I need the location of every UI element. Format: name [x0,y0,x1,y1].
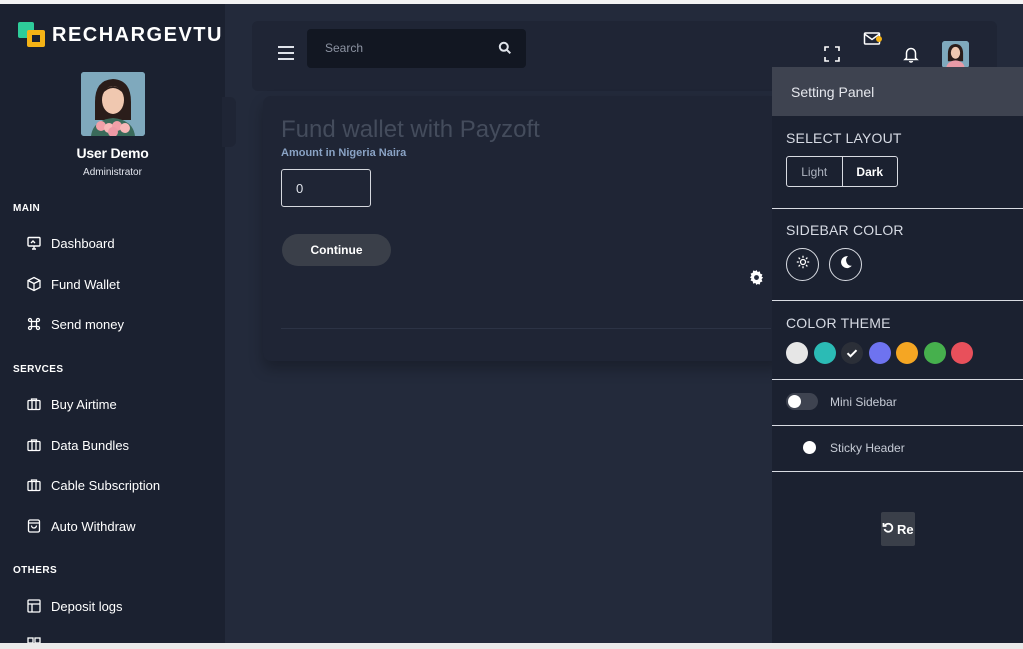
layout-light-button[interactable]: Light [787,157,843,186]
briefcase-icon [26,396,42,412]
sidebar-light-button[interactable] [786,248,819,281]
grid-icon [26,636,42,643]
command-icon [26,316,42,332]
sidebar-item-cable-subscription[interactable]: Cable Subscription [26,475,160,495]
sidebar-item-deposit-logs[interactable]: Deposit logs [26,596,123,616]
briefcase-icon [26,477,42,493]
sidebar-item-fund-wallet[interactable]: Fund Wallet [26,274,120,294]
panel-divider [772,471,1023,472]
sidebar-color-label: SIDEBAR COLOR [786,222,904,238]
sidebar-item-send-money[interactable]: Send money [26,314,124,334]
theme-color-swatch[interactable] [786,342,808,364]
settings-panel-title: Setting Panel [791,84,875,100]
theme-color-swatch[interactable] [868,342,891,364]
search-input[interactable]: Search [325,41,363,55]
moon-icon [839,255,853,274]
sidebar-item-label: Auto Withdraw [51,518,136,534]
search-icon[interactable] [498,41,512,55]
window-bottom-edge [0,643,1023,649]
layout-icon [26,598,42,614]
amount-label: Amount in Nigeria Naira [281,147,407,159]
avatar[interactable] [80,72,145,136]
panel-divider [772,208,1023,209]
sidebar-item-label: Data Bundles [51,437,130,453]
sun-icon [796,255,810,274]
section-services: SERVCES [13,364,64,375]
section-main: MAIN [13,203,41,214]
sidebar-edge-card [222,97,236,147]
theme-color-swatch[interactable] [951,342,973,364]
sidebar-item-cutoff[interactable] [26,636,51,643]
search-box[interactable]: Search [307,29,526,68]
shopping-bag-icon [26,518,42,534]
card-divider [281,328,771,329]
sidebar-item-label: Send money [51,316,124,332]
briefcase-icon [26,437,42,453]
user-profile: User Demo Administrator [0,72,225,178]
mini-sidebar-label: Mini Sidebar [830,395,897,409]
user-role: Administrator [83,167,142,178]
section-others: OTHERS [13,565,58,576]
check-icon [846,349,858,358]
sidebar-item-label: Buy Airtime [51,396,117,412]
panel-divider [772,379,1023,380]
theme-color-swatch[interactable] [923,342,946,364]
menu-toggle-icon[interactable] [278,46,294,60]
undo-icon [882,520,894,538]
brand-logo-icon [18,22,46,48]
panel-divider [772,425,1023,426]
layout-dark-button[interactable]: Dark [843,157,898,186]
reset-label: Re [897,521,914,537]
monitor-icon [26,235,42,251]
sidebar-item-buy-airtime[interactable]: Buy Airtime [26,394,117,414]
brand-name: RECHARGEVTU [52,23,223,46]
sidebar-item-label: Dashboard [51,235,115,251]
sticky-header-toggle[interactable] [803,441,816,454]
sticky-header-label: Sticky Header [830,441,905,455]
page-title: Fund wallet with Payzoft [281,116,540,143]
brand[interactable]: RECHARGEVTU [18,22,223,48]
sidebar-item-label: Fund Wallet [51,276,120,292]
layout-toggle: Light Dark [786,156,898,187]
select-layout-label: SELECT LAYOUT [786,130,902,146]
color-theme-label: COLOR THEME [786,315,891,331]
mail-notification-icon[interactable] [863,30,882,48]
fullscreen-icon[interactable] [823,45,841,63]
sidebar-item-label: Deposit logs [51,598,123,614]
theme-color-swatch[interactable] [896,342,918,364]
header-avatar[interactable] [942,41,969,68]
user-name: User Demo [76,145,149,161]
panel-divider [772,300,1023,301]
theme-color-swatch[interactable] [813,342,836,364]
amount-input[interactable] [281,169,371,207]
mini-sidebar-toggle[interactable] [786,393,818,410]
sidebar-item-auto-withdraw[interactable]: Auto Withdraw [26,516,136,536]
theme-color-swatch[interactable] [841,342,863,364]
sidebar-item-label: Cable Subscription [51,477,161,493]
reset-button[interactable]: Re [881,512,915,546]
gear-icon[interactable] [749,270,764,285]
sidebar-item-data-bundles[interactable]: Data Bundles [26,435,129,455]
bell-icon[interactable] [902,45,920,63]
box-icon [26,276,42,292]
sidebar-dark-button[interactable] [829,248,862,281]
continue-button[interactable]: Continue [282,234,391,266]
sidebar-item-dashboard[interactable]: Dashboard [26,233,115,253]
